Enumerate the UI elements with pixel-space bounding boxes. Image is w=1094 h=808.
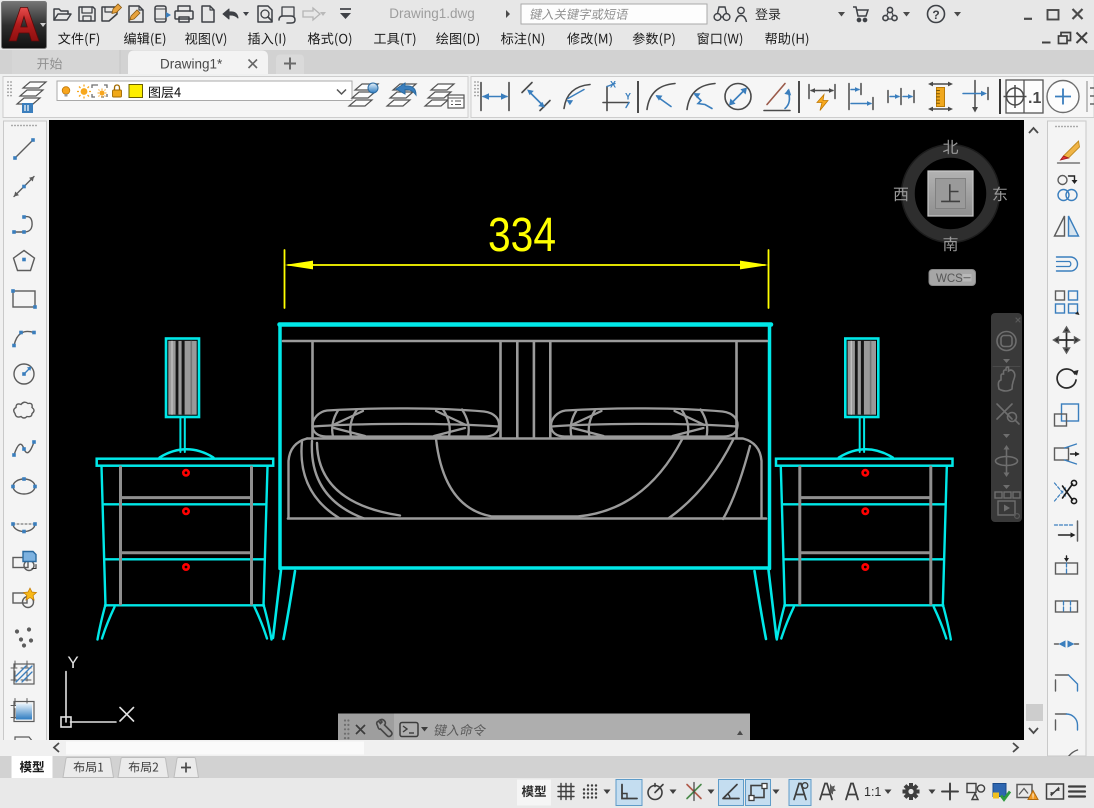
svg-text:!: ! bbox=[1032, 794, 1034, 801]
svg-text:Y: Y bbox=[625, 92, 631, 102]
svg-text:.1: .1 bbox=[1028, 90, 1041, 107]
svg-text:334: 334 bbox=[488, 208, 556, 262]
svg-text:Drawing1.dwg: Drawing1.dwg bbox=[389, 6, 475, 21]
svg-text:X: X bbox=[610, 80, 616, 90]
svg-text:1:1: 1:1 bbox=[864, 785, 881, 799]
svg-text:Y: Y bbox=[67, 653, 78, 672]
svg-text:WCS: WCS bbox=[936, 273, 963, 285]
svg-text:Drawing1*: Drawing1* bbox=[160, 57, 223, 72]
svg-text:?: ? bbox=[932, 8, 939, 22]
